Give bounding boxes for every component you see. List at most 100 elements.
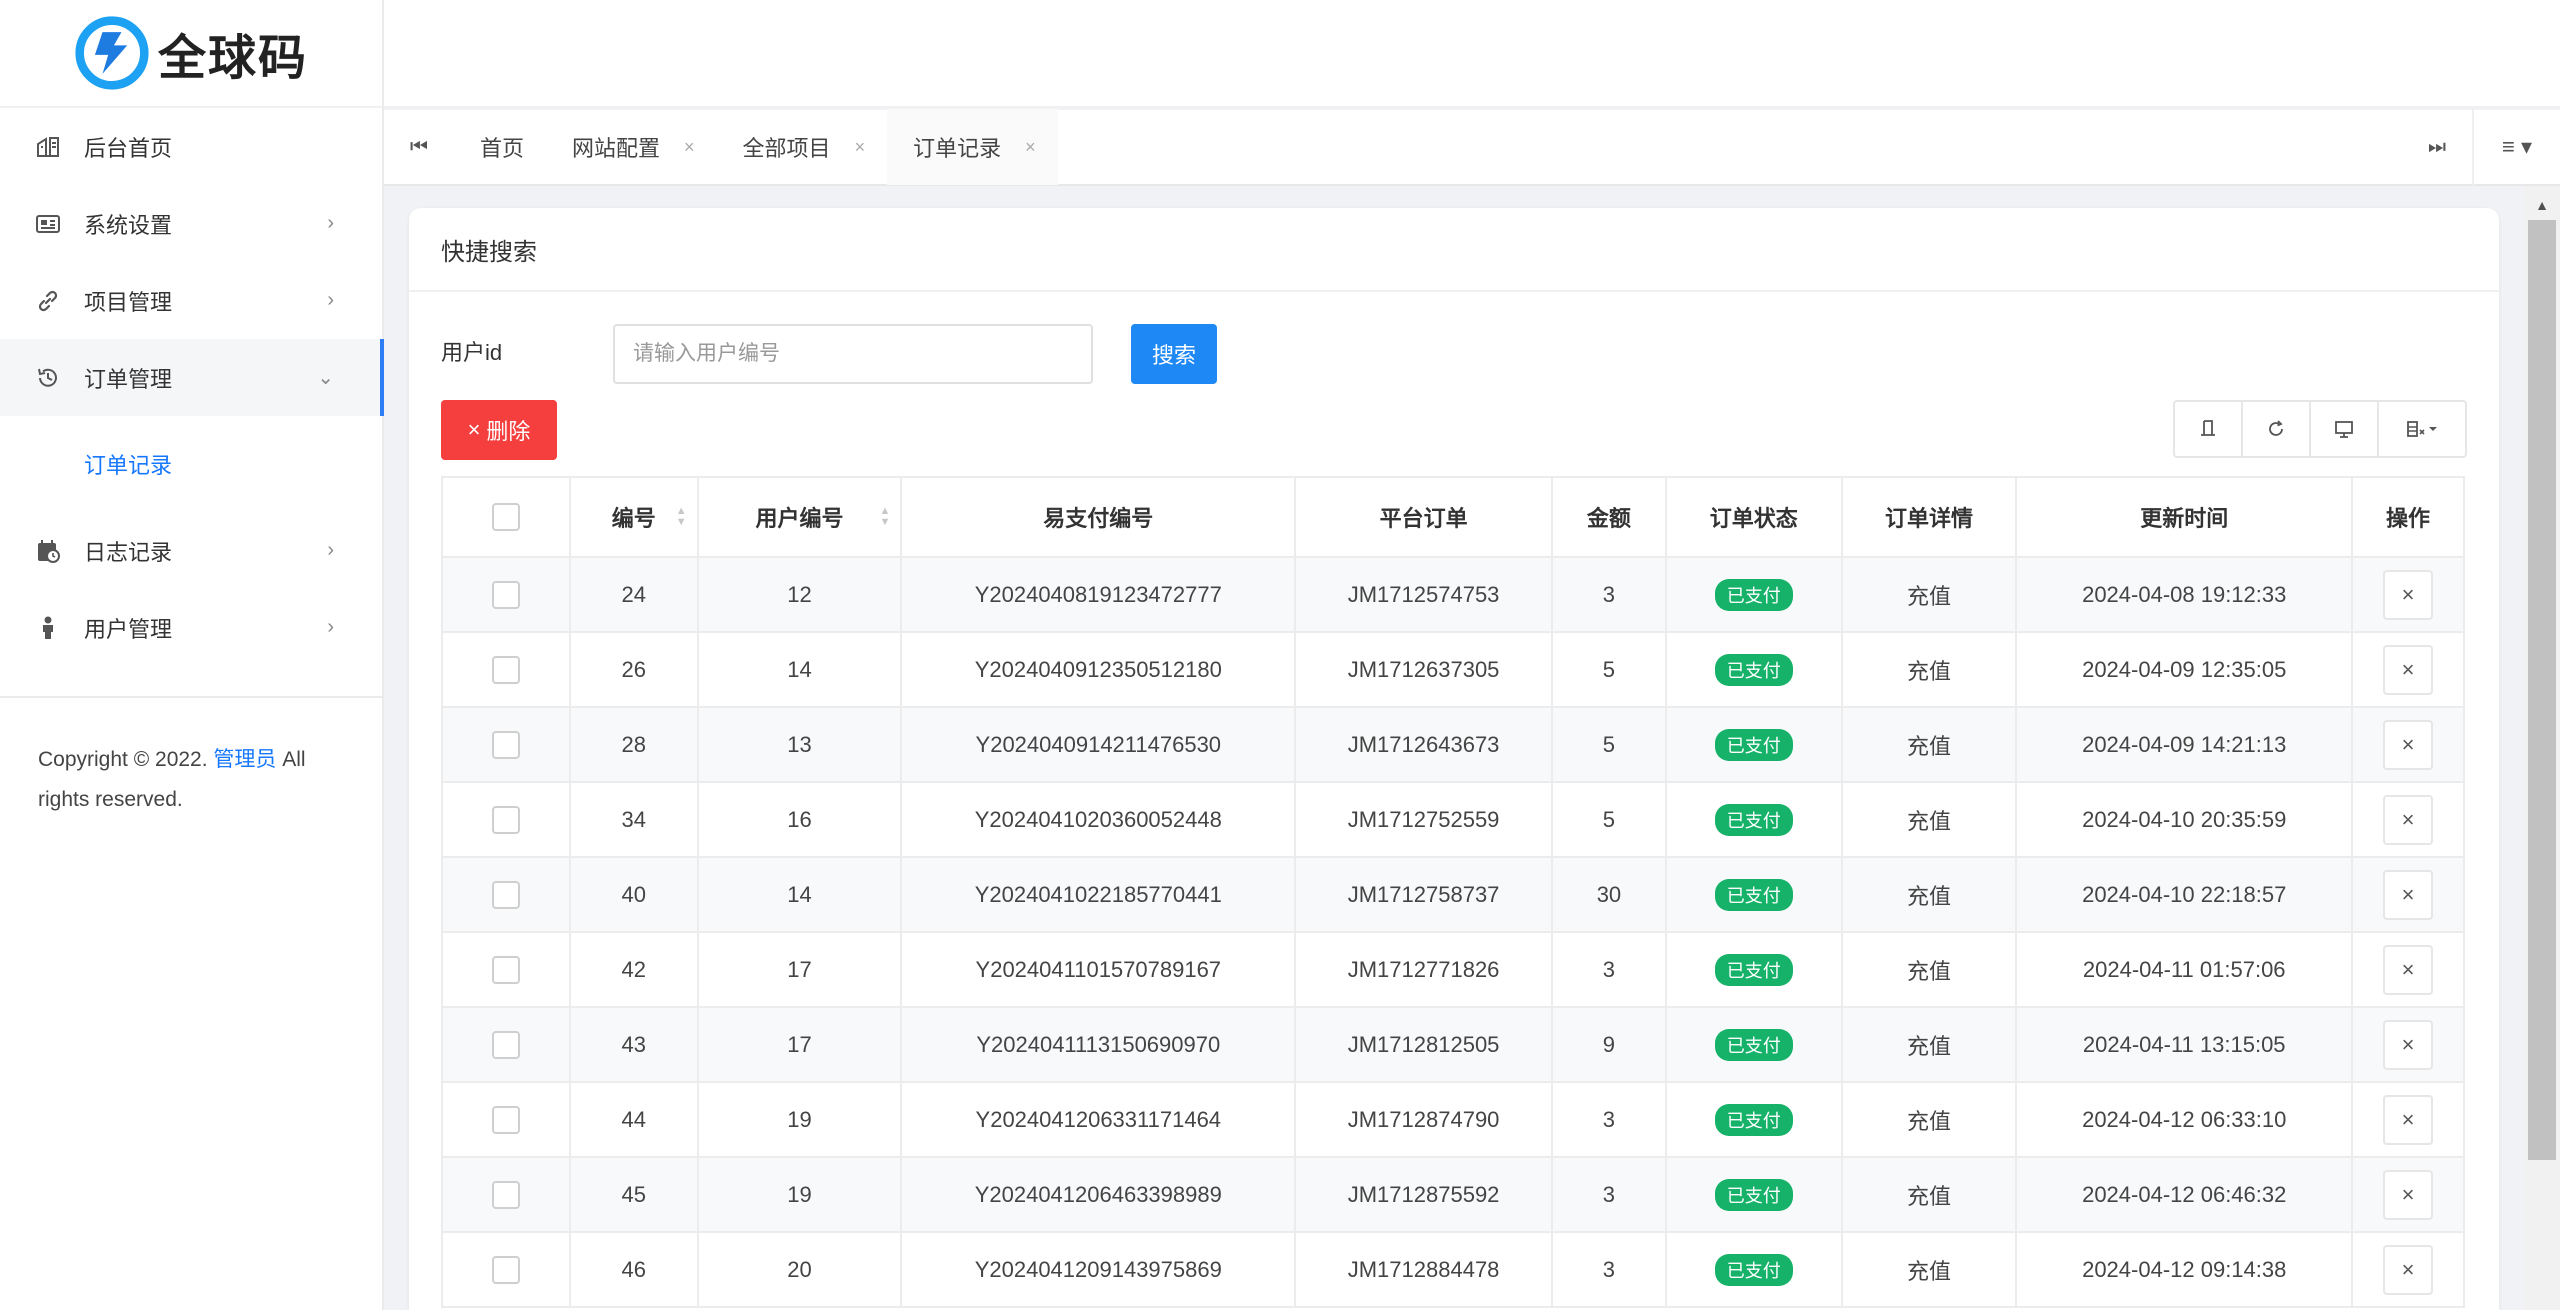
sidebar-item-2[interactable]: 项目管理 ›: [0, 262, 382, 339]
row-delete-button[interactable]: ×: [2383, 1019, 2434, 1070]
cell-pay-no: Y2024040819123472777: [900, 556, 1297, 633]
row-checkbox[interactable]: [491, 1030, 520, 1059]
table-row[interactable]: 42 17 Y2024041101570789167 JM1712771826 3 已支付…: [441, 931, 2465, 1008]
table-row[interactable]: 44 19 Y2024041206331171464 JM1712874790 3 已支付…: [441, 1081, 2465, 1158]
close-icon: ×: [467, 417, 481, 442]
sort-icon[interactable]: ▲ ▼: [676, 506, 687, 528]
cell-id: 43: [568, 1006, 699, 1083]
link-icon: [34, 287, 62, 315]
row-delete-button[interactable]: ×: [2383, 869, 2434, 920]
brand-name: 全球码: [158, 30, 309, 86]
tab-menu-button[interactable]: ≡ ▾: [2472, 109, 2560, 185]
cell-user: 13: [696, 706, 903, 783]
cell-status: 已支付: [1664, 856, 1843, 933]
row-select-cell: [441, 1156, 571, 1233]
tab-1[interactable]: 网站配置 ×: [546, 109, 717, 185]
tab-close-icon[interactable]: ×: [684, 137, 695, 158]
cell-user: 17: [696, 931, 903, 1008]
brand-logo[interactable]: 全球码: [0, 0, 382, 108]
sidebar-item-5[interactable]: 用户管理 ›: [0, 589, 382, 666]
table-row[interactable]: 24 12 Y2024040819123472777 JM1712574753 3 已支付…: [441, 556, 2465, 633]
table-row[interactable]: 28 13 Y2024040914211476530 JM1712643673 5 已支付…: [441, 706, 2465, 783]
row-delete-button[interactable]: ×: [2383, 719, 2434, 770]
print-button[interactable]: [2175, 402, 2243, 456]
cell-pay-no: Y2024041209143975869: [900, 1231, 1297, 1308]
sidebar-item-0[interactable]: 后台首页: [0, 108, 382, 185]
select-all-checkbox[interactable]: [491, 503, 520, 532]
status-badge: 已支付: [1714, 1253, 1793, 1286]
status-badge: 已支付: [1714, 653, 1793, 686]
tab-2[interactable]: 全部项目 ×: [717, 109, 888, 185]
admin-link[interactable]: 管理员: [213, 748, 276, 771]
table-row[interactable]: 45 19 Y2024041206463398989 JM1712875592 3 已支付…: [441, 1156, 2465, 1233]
row-checkbox[interactable]: [491, 1180, 520, 1209]
row-checkbox[interactable]: [491, 1105, 520, 1134]
table-row[interactable]: 26 14 Y2024040912350512180 JM1712637305 5 已支付…: [441, 631, 2465, 708]
tab-close-icon[interactable]: ×: [1025, 137, 1036, 158]
cell-detail: 充值: [1840, 931, 2018, 1008]
sidebar: 全球码 后台首页 系统设置 › 项目管理 › 订单管理 ⌄ 订单记录 日志记录 › 用户管理 › Co…: [0, 0, 384, 1310]
cell-time: 2024-04-09 14:21:13: [2015, 706, 2354, 783]
cell-status: 已支付: [1664, 1081, 1843, 1158]
table-row[interactable]: 40 14 Y2024041022185770441 JM1712758737 30 已支…: [441, 856, 2465, 933]
row-checkbox[interactable]: [491, 655, 520, 684]
cell-order: JM1712874790: [1294, 1081, 1553, 1158]
cell-order: JM1712643673: [1294, 706, 1553, 783]
copyright: Copyright © 2022. 管理员 All rights reserve…: [0, 698, 382, 820]
columns-toggle-button[interactable]: [2379, 402, 2465, 456]
table-row[interactable]: 43 17 Y2024041113150690970 JM1712812505 9 已支付…: [441, 1006, 2465, 1083]
tab-3[interactable]: 订单记录 ×: [887, 109, 1058, 185]
cell-actions: ×: [2351, 1156, 2465, 1233]
row-checkbox[interactable]: [491, 1255, 520, 1284]
row-delete-button[interactable]: ×: [2383, 794, 2434, 845]
cell-time: 2024-04-12 06:33:10: [2015, 1081, 2354, 1158]
row-checkbox[interactable]: [491, 580, 520, 609]
row-delete-button[interactable]: ×: [2383, 1094, 2434, 1145]
cell-time: 2024-04-12 09:14:38: [2015, 1231, 2354, 1308]
row-delete-button[interactable]: ×: [2383, 644, 2434, 695]
page-scrollbar[interactable]: ▲: [2524, 186, 2560, 1310]
chevron-down-icon: ⌄: [317, 367, 334, 389]
user-id-input[interactable]: [613, 324, 1093, 384]
sidebar-item-4[interactable]: 日志记录 ›: [0, 512, 382, 589]
scroll-thumb[interactable]: [2528, 220, 2556, 1160]
row-checkbox[interactable]: [491, 730, 520, 759]
row-delete-button[interactable]: ×: [2383, 1244, 2434, 1295]
submenu-item-order-records[interactable]: 订单记录: [0, 416, 382, 512]
sort-icon[interactable]: ▲ ▼: [880, 506, 891, 528]
table-row[interactable]: 46 20 Y2024041209143975869 JM1712884478 3 已支付…: [441, 1231, 2465, 1308]
sidebar-item-1[interactable]: 系统设置 ›: [0, 185, 382, 262]
cell-amount: 3: [1551, 1231, 1667, 1308]
column-header-user[interactable]: 用户编号 ▲ ▼: [696, 476, 903, 558]
status-badge: 已支付: [1714, 803, 1793, 836]
tab-scroll-left-button[interactable]: ⏮: [384, 109, 454, 185]
table-row[interactable]: 34 16 Y2024041020360052448 JM1712752559 5 已支付…: [441, 781, 2465, 858]
export-button[interactable]: [2311, 402, 2379, 456]
status-badge: 已支付: [1714, 1178, 1793, 1211]
row-checkbox[interactable]: [491, 955, 520, 984]
cell-status: 已支付: [1664, 1231, 1843, 1308]
skip-forward-icon: ⏭: [2428, 135, 2446, 158]
column-header-id[interactable]: 编号 ▲ ▼: [568, 476, 699, 558]
row-checkbox[interactable]: [491, 880, 520, 909]
tab-0[interactable]: 首页: [454, 109, 546, 185]
column-header-status: 订单状态: [1664, 476, 1843, 558]
cell-order: JM1712758737: [1294, 856, 1553, 933]
tab-scroll-right-button[interactable]: ⏭: [2402, 109, 2472, 185]
cell-amount: 3: [1551, 1156, 1667, 1233]
row-delete-button[interactable]: ×: [2383, 944, 2434, 995]
search-button[interactable]: 搜索: [1131, 324, 1217, 384]
sidebar-item-3[interactable]: 订单管理 ⌄: [0, 339, 384, 416]
tab-close-icon[interactable]: ×: [855, 137, 866, 158]
cell-status: 已支付: [1664, 706, 1843, 783]
cell-user: 19: [696, 1156, 903, 1233]
cell-user: 14: [696, 856, 903, 933]
refresh-button[interactable]: [2243, 402, 2311, 456]
row-delete-button[interactable]: ×: [2383, 569, 2434, 620]
row-delete-button[interactable]: ×: [2383, 1169, 2434, 1220]
delete-button[interactable]: × 删除: [441, 400, 557, 460]
cell-status: 已支付: [1664, 631, 1843, 708]
scroll-up-arrow-icon[interactable]: ▲: [2524, 190, 2560, 220]
cell-time: 2024-04-11 13:15:05: [2015, 1006, 2354, 1083]
row-checkbox[interactable]: [491, 805, 520, 834]
